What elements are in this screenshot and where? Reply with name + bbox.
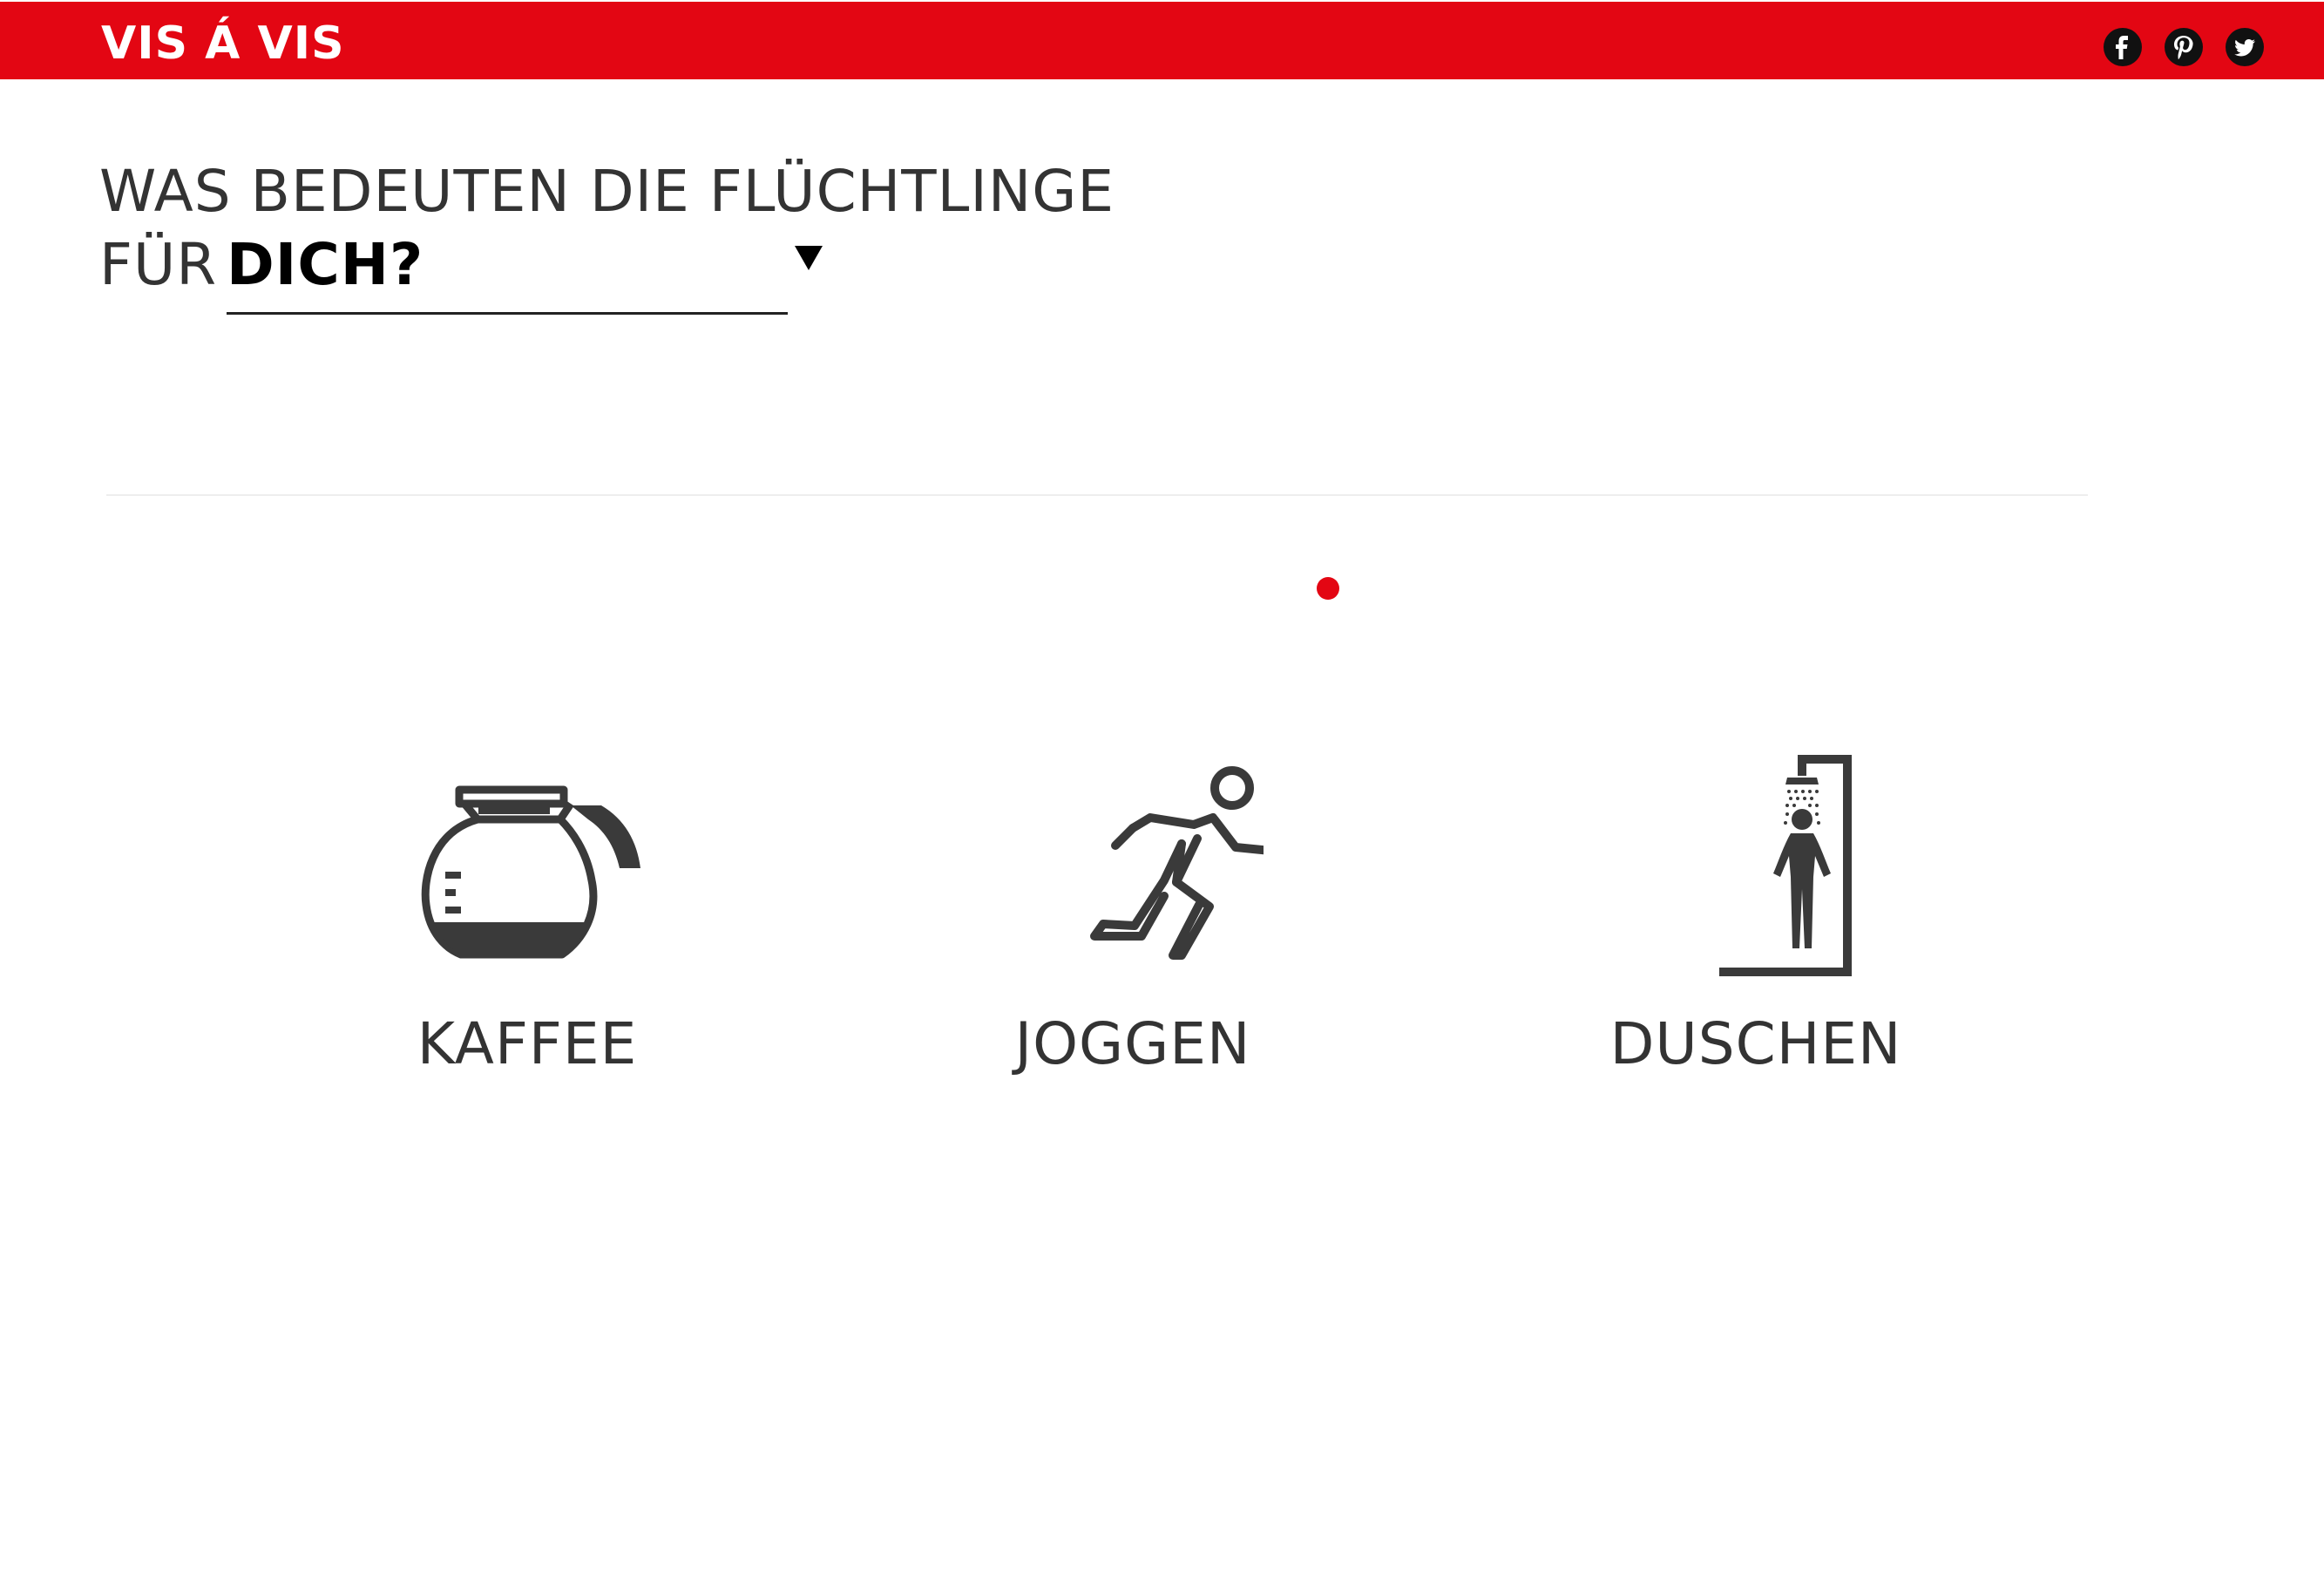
question-line-1: WAS BEDEUTEN DIE FLÜCHTLINGE	[99, 158, 1115, 225]
question-line-2: FÜR DICH?	[99, 228, 1115, 315]
activity-label-kaffee: KAFFEE	[417, 1010, 638, 1077]
activity-joggen[interactable]: JOGGEN	[950, 750, 1316, 1098]
marker-dot	[1317, 577, 1339, 600]
shower-icon	[1625, 750, 1887, 976]
subject-dropdown-value: DICH?	[227, 231, 424, 298]
twitter-icon[interactable]	[2226, 28, 2264, 66]
coffee-pot-icon	[396, 750, 658, 976]
header-bar: VIS Á VIS	[0, 2, 2324, 79]
activity-label-joggen: JOGGEN	[1014, 1010, 1251, 1077]
activity-label-duschen: DUSCHEN	[1609, 1010, 1902, 1077]
subject-dropdown[interactable]: DICH?	[227, 228, 788, 315]
page: VIS Á VIS WAS BEDEUTEN DIE FLÜCHTLINGE F…	[0, 0, 2324, 1569]
facebook-icon[interactable]	[2104, 28, 2142, 66]
site-logo[interactable]: VIS Á VIS	[101, 17, 345, 70]
pinterest-icon[interactable]	[2165, 28, 2203, 66]
question-heading: WAS BEDEUTEN DIE FLÜCHTLINGE FÜR DICH?	[99, 155, 1115, 315]
dropdown-arrow-icon[interactable]	[795, 246, 823, 270]
runner-icon	[1002, 750, 1264, 976]
activity-kaffee[interactable]: KAFFEE	[344, 750, 710, 1098]
question-prefix: FÜR	[99, 231, 218, 298]
activity-duschen[interactable]: DUSCHEN	[1573, 750, 1939, 1098]
divider	[106, 494, 2088, 496]
